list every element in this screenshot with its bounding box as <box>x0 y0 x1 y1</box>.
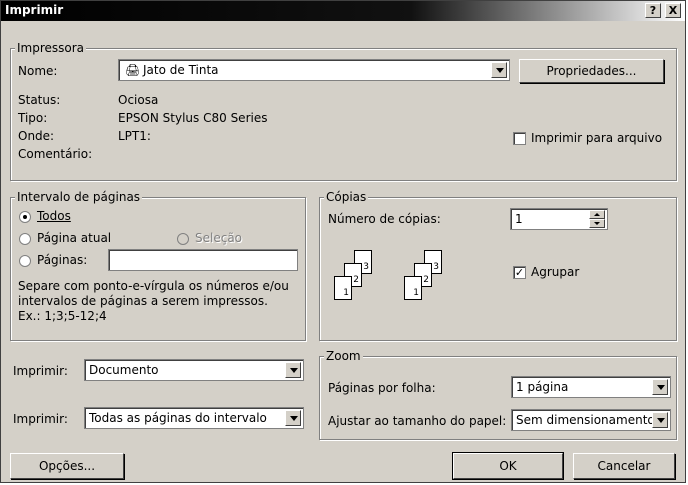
chevron-down-icon[interactable] <box>285 362 301 378</box>
type-value: EPSON Stylus C80 Series <box>118 111 268 125</box>
pages-per-sheet-combo[interactable]: 1 página <box>511 376 671 398</box>
copies-legend: Cópias <box>324 190 369 204</box>
collate-label[interactable]: Agrupar <box>531 265 579 279</box>
scale-combo[interactable]: Sem dimensionamento <box>511 409 671 431</box>
chevron-down-icon[interactable] <box>652 412 668 428</box>
page-range-legend: Intervalo de páginas <box>15 190 143 204</box>
printer-icon: 🖨 <box>125 63 141 77</box>
printer-group: Impressora Nome: 🖨 Jato de Tinta Proprie… <box>10 41 677 181</box>
page-range-help-2: intervalos de páginas a serem impressos. <box>18 294 268 308</box>
status-value: Ociosa <box>118 93 159 107</box>
collated-pages-icon: 3 2 1 <box>402 250 450 310</box>
collate-checkbox[interactable]: ✓ <box>513 266 526 279</box>
where-value: LPT1: <box>118 129 151 143</box>
printer-name-combo[interactable]: 🖨 Jato de Tinta <box>118 59 510 81</box>
scale-value: Sem dimensionamento <box>516 413 655 427</box>
copies-count-label: Número de cópias: <box>328 212 441 226</box>
zoom-group: Zoom Páginas por folha: 1 página Ajustar… <box>319 349 677 440</box>
chevron-down-icon[interactable] <box>491 62 507 78</box>
pages-input[interactable] <box>108 249 298 271</box>
radio-all-label[interactable]: Todos <box>37 209 71 223</box>
radio-pages[interactable] <box>19 255 31 267</box>
close-button[interactable]: X <box>665 3 681 18</box>
print-value: Todas as páginas do intervalo <box>89 411 267 425</box>
spin-down-icon[interactable] <box>589 219 605 228</box>
radio-current-page-label[interactable]: Página atual <box>37 231 111 245</box>
pages-per-sheet-value: 1 página <box>516 380 569 394</box>
zoom-legend: Zoom <box>324 349 363 363</box>
copies-count-value: 1 <box>515 212 523 226</box>
properties-button[interactable]: Propriedades... <box>519 59 664 83</box>
printer-group-legend: Impressora <box>15 41 87 55</box>
radio-selection <box>177 233 189 245</box>
radio-current-page[interactable] <box>19 233 31 245</box>
window-title: Imprimir <box>5 3 64 17</box>
cancel-button[interactable]: Cancelar <box>573 453 675 479</box>
page-range-group: Intervalo de páginas Todos Página atual … <box>10 190 306 341</box>
type-label: Tipo: <box>18 111 48 125</box>
print-what-combo[interactable]: Documento <box>84 359 304 381</box>
page-range-help-3: Ex.: 1;3;5-12;4 <box>18 309 107 323</box>
printer-name-value: Jato de Tinta <box>143 63 219 77</box>
help-button[interactable]: ? <box>645 3 661 18</box>
where-label: Onde: <box>18 129 55 143</box>
chevron-down-icon[interactable] <box>652 379 668 395</box>
radio-pages-label[interactable]: Páginas: <box>37 253 87 267</box>
title-bar: Imprimir ? X <box>1 1 685 21</box>
radio-selection-label: Seleção <box>195 231 243 245</box>
copies-group: Cópias Número de cópias: 1 3 2 1 3 2 1 ✓… <box>319 190 677 341</box>
copies-count-input[interactable]: 1 <box>510 208 608 230</box>
page-range-help-1: Separe com ponto-e-vírgula os números e/… <box>18 279 289 293</box>
print-combo[interactable]: Todas as páginas do intervalo <box>84 407 304 429</box>
print-label: Imprimir: <box>13 412 68 426</box>
print-dialog: Imprimir ? X Impressora Nome: 🖨 Jato de … <box>0 0 686 483</box>
print-to-file-checkbox[interactable] <box>513 132 526 145</box>
uncollated-pages-icon: 3 2 1 <box>332 250 380 310</box>
spin-up-icon[interactable] <box>589 210 605 219</box>
comment-label: Comentário: <box>18 147 93 161</box>
chevron-down-icon[interactable] <box>285 410 301 426</box>
radio-all[interactable] <box>19 211 31 223</box>
status-label: Status: <box>18 93 61 107</box>
scale-label: Ajustar ao tamanho do papel: <box>328 414 507 428</box>
print-to-file-label[interactable]: Imprimir para arquivo <box>531 131 662 145</box>
print-what-label: Imprimir: <box>13 364 68 378</box>
print-what-value: Documento <box>89 363 159 377</box>
ok-button[interactable]: OK <box>452 452 564 480</box>
pages-per-sheet-label: Páginas por folha: <box>328 381 436 395</box>
printer-name-label: Nome: <box>18 64 58 78</box>
options-button[interactable]: Opções... <box>10 453 124 479</box>
